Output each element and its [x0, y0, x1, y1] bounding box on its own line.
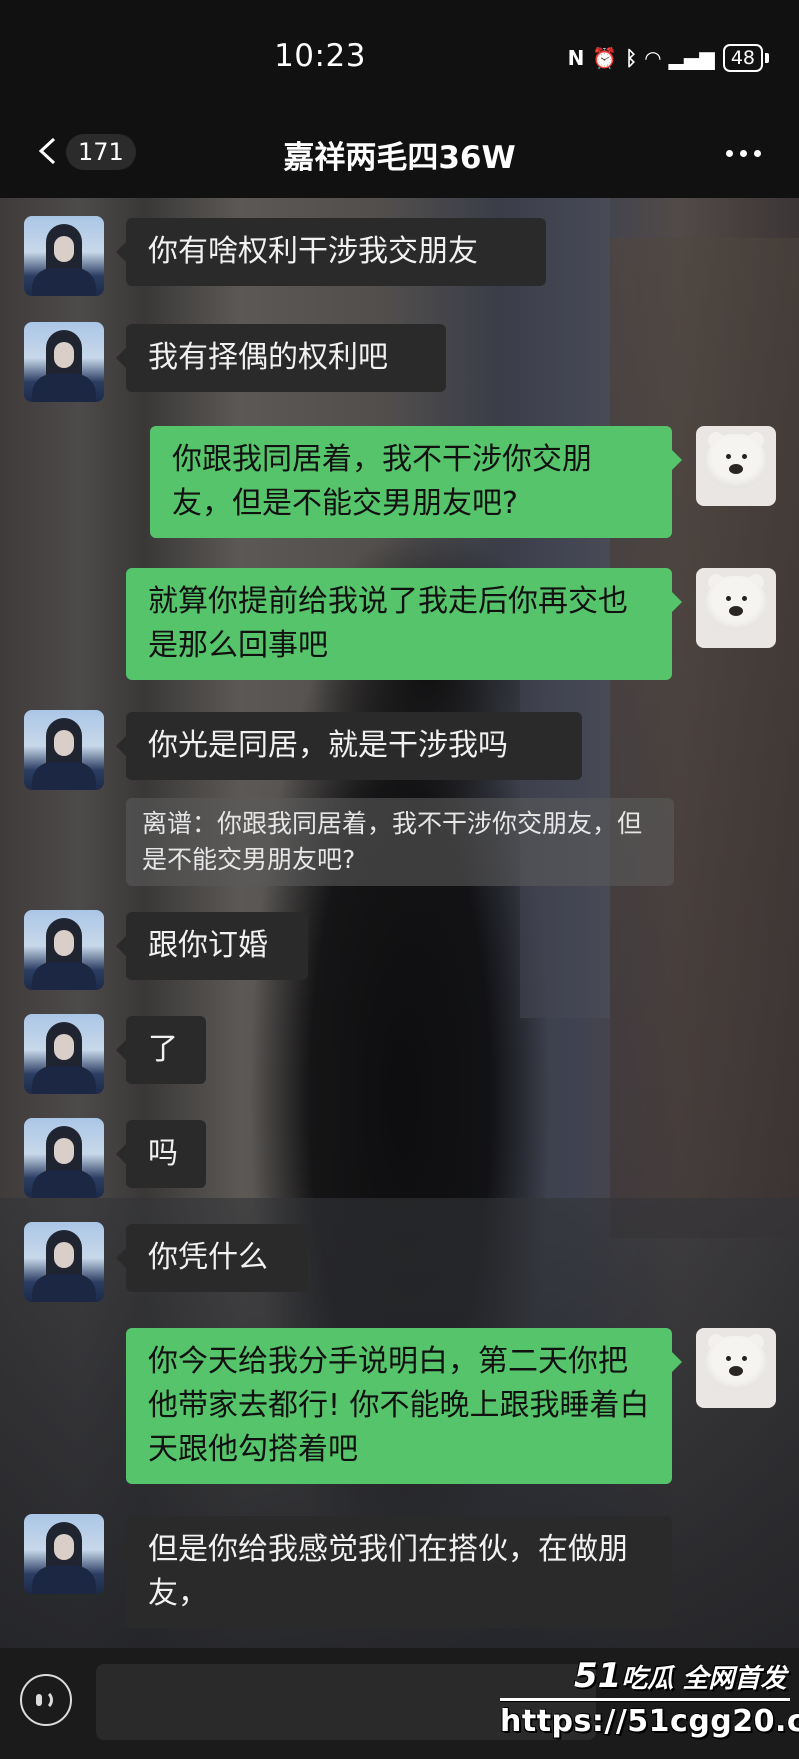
- watermark-url: https://51cgg20.com: [500, 1704, 799, 1739]
- contact-avatar[interactable]: [24, 1514, 104, 1594]
- incoming-message[interactable]: 吗: [116, 1120, 206, 1188]
- status-icons: N ⏰ ᛒ ◠ ▂▄▆ 48: [568, 44, 769, 72]
- watermark-underline: [500, 1698, 790, 1701]
- incoming-message[interactable]: 你凭什么: [116, 1224, 308, 1292]
- battery-tip: [765, 53, 769, 63]
- watermark-brand: 51吃瓜 全网首发: [574, 1656, 786, 1696]
- incoming-message[interactable]: 了: [116, 1016, 206, 1084]
- contact-avatar[interactable]: [24, 322, 104, 402]
- self-avatar[interactable]: [696, 568, 776, 648]
- chat-title: 嘉祥两毛四36W: [283, 140, 516, 176]
- contact-avatar[interactable]: [24, 710, 104, 790]
- alarm-icon: ⏰: [592, 46, 618, 70]
- bluetooth-icon: ᛒ: [625, 46, 638, 70]
- quoted-message[interactable]: 离谱：你跟我同居着，我不干涉你交朋友，但是不能交男朋友吧?: [126, 798, 674, 886]
- status-bar: 10:23 N ⏰ ᛒ ◠ ▂▄▆ 48: [0, 0, 799, 110]
- contact-avatar[interactable]: [24, 1014, 104, 1094]
- incoming-message[interactable]: 但是你给我感觉我们在搭伙，在做朋友，: [116, 1516, 672, 1628]
- outgoing-message[interactable]: 你今天给我分手说明白，第二天你把他带家去都行! 你不能晚上跟我睡着白天跟他勾搭着…: [126, 1328, 682, 1484]
- nfc-icon: N: [567, 46, 585, 70]
- wifi-icon: ◠: [645, 46, 661, 70]
- chat-screen: 10:23 N ⏰ ᛒ ◠ ▂▄▆ 48 171 嘉祥两毛四36W 你有啥权利干…: [0, 0, 799, 1759]
- voice-input-button[interactable]: [20, 1674, 72, 1726]
- self-avatar[interactable]: [696, 1328, 776, 1408]
- watermark-text: 吃瓜 全网首发: [621, 1664, 787, 1694]
- more-options-icon[interactable]: [726, 150, 761, 157]
- outgoing-message[interactable]: 就算你提前给我说了我走后你再交也是那么回事吧: [126, 568, 682, 680]
- signal-5g-icon: ▂▄▆: [668, 46, 715, 70]
- chat-header: 171 嘉祥两毛四36W: [0, 110, 799, 198]
- incoming-message[interactable]: 我有择偶的权利吧: [116, 324, 446, 392]
- contact-avatar[interactable]: [24, 1222, 104, 1302]
- status-time: 10:23: [274, 38, 366, 74]
- self-avatar[interactable]: [696, 426, 776, 506]
- outgoing-message[interactable]: 你跟我同居着，我不干涉你交朋友，但是不能交男朋友吧?: [150, 426, 682, 538]
- contact-avatar[interactable]: [24, 216, 104, 296]
- background-clothes-rack: [610, 238, 799, 1238]
- battery-icon: 48: [722, 44, 763, 72]
- watermark-number: 51: [574, 1656, 622, 1696]
- incoming-message[interactable]: 你有啥权利干涉我交朋友: [116, 218, 546, 286]
- contact-avatar[interactable]: [24, 1118, 104, 1198]
- incoming-message[interactable]: 跟你订婚: [116, 912, 308, 980]
- contact-avatar[interactable]: [24, 910, 104, 990]
- incoming-message[interactable]: 你光是同居，就是干涉我吗: [116, 712, 582, 780]
